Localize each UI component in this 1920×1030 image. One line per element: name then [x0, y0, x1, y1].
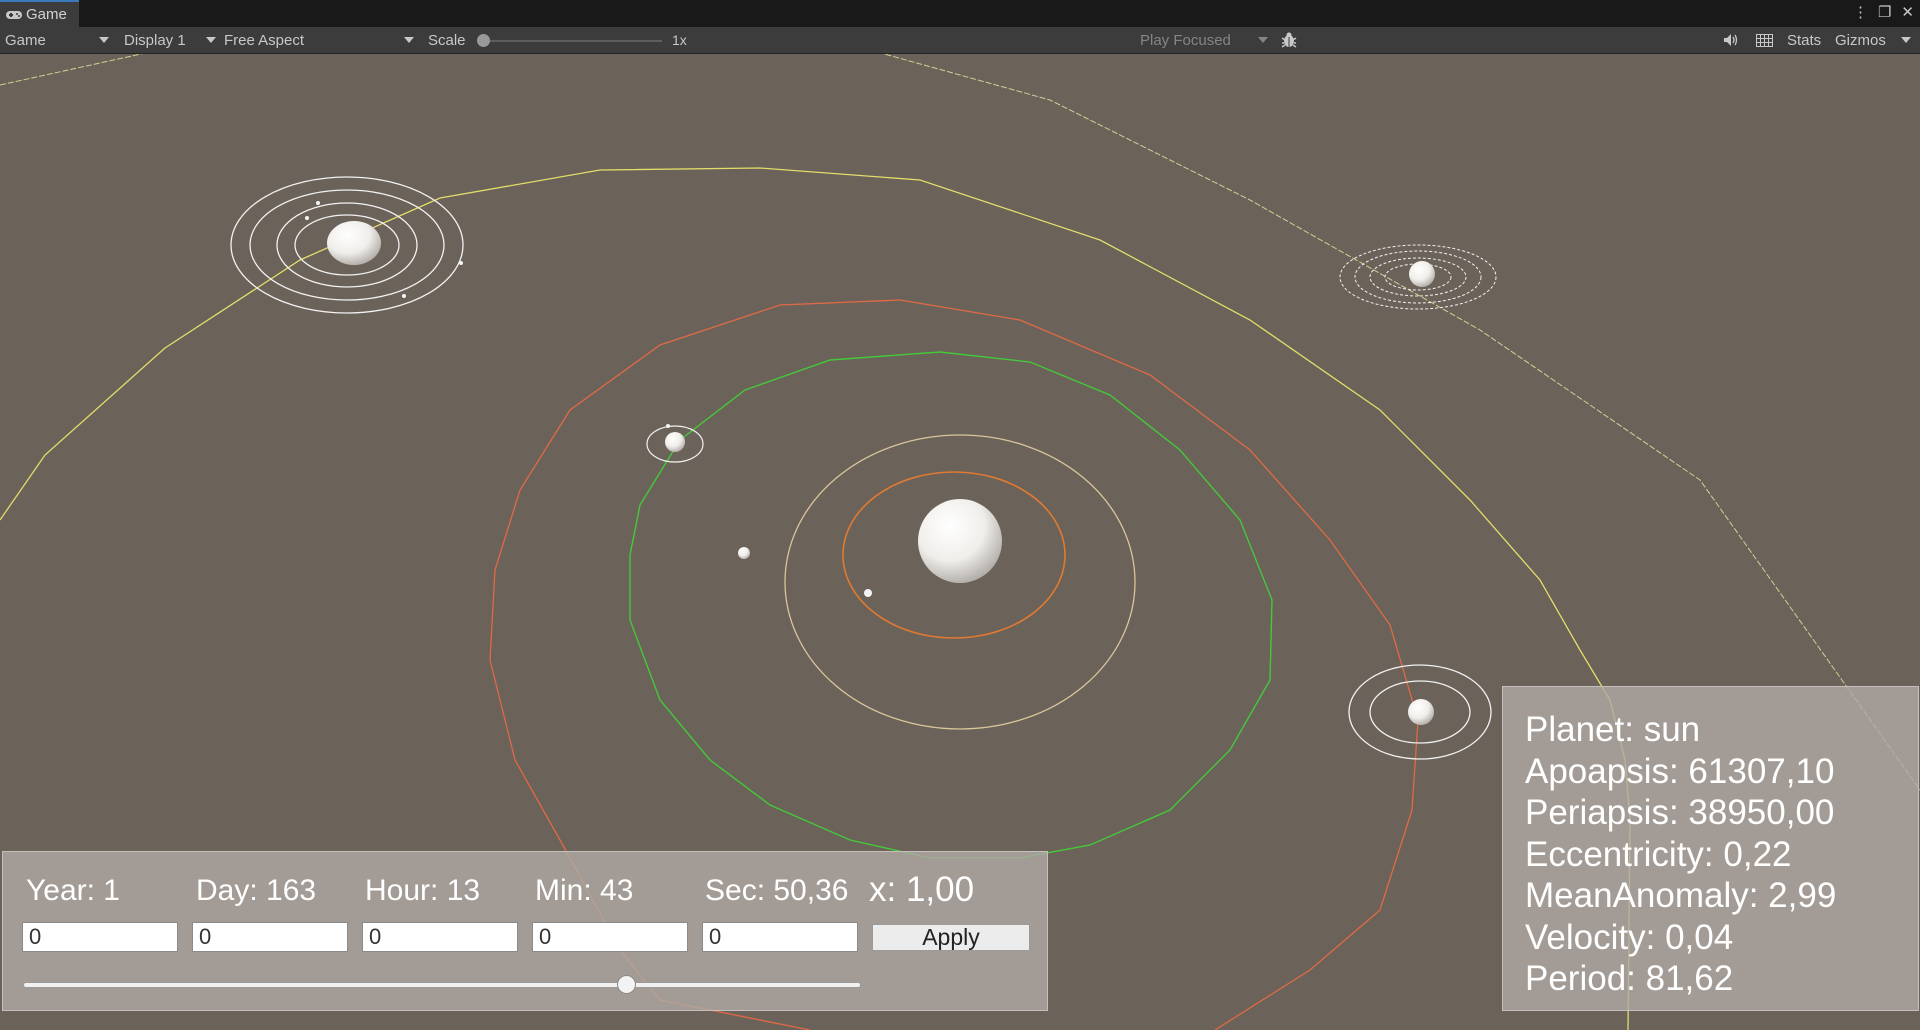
play-mode-dropdown[interactable]: Play Focused: [1140, 27, 1268, 53]
tab-label: Game: [26, 6, 67, 23]
eccentricity-value: Eccentricity: 0,22: [1525, 834, 1792, 874]
sec-label: Sec: 50,36: [705, 874, 849, 907]
more-options-icon[interactable]: ⋮: [1853, 3, 1868, 21]
time-multiplier-label: x: 1,00: [869, 870, 975, 909]
time-scale-slider-thumb[interactable]: [616, 975, 636, 994]
mean-anomaly-value: MeanAnomaly: 2,99: [1525, 876, 1837, 915]
game-toolbar: Game Display 1 Free Aspect Scale 1x Play…: [0, 27, 1920, 54]
apoapsis-value: Apoapsis: 61307,10: [1525, 751, 1835, 791]
apply-button[interactable]: Apply: [872, 924, 1030, 951]
planet-info-panel: Planet: sun Apoapsis: 61307,10 Periapsis…: [1502, 686, 1919, 1011]
aspect-label: Free Aspect: [224, 31, 305, 49]
min-input[interactable]: [532, 922, 688, 952]
gamepad-icon: [6, 10, 22, 19]
day-input[interactable]: [192, 922, 348, 952]
min-label: Min: 43: [535, 874, 634, 907]
gizmos-dropdown[interactable]: [1901, 27, 1911, 53]
planet-far-system[interactable]: [1339, 244, 1497, 310]
grid-icon[interactable]: [1756, 27, 1773, 53]
close-icon[interactable]: ✕: [1901, 3, 1914, 21]
hour-input[interactable]: [362, 922, 518, 952]
aspect-dropdown[interactable]: Free Aspect: [224, 27, 414, 53]
planet-green-system[interactable]: [646, 424, 704, 463]
planet-red-system[interactable]: [1348, 664, 1492, 760]
stats-button[interactable]: Stats: [1787, 27, 1821, 53]
sun[interactable]: [918, 499, 1002, 583]
time-scale-slider-track[interactable]: [23, 982, 861, 988]
year-input[interactable]: [22, 922, 178, 952]
maximize-icon[interactable]: ❐: [1878, 3, 1891, 21]
play-mode-label: Play Focused: [1140, 31, 1231, 49]
planet-tan[interactable]: [738, 547, 750, 559]
hour-label: Hour: 13: [365, 874, 481, 907]
period-value: Period: 81,62: [1525, 959, 1734, 998]
orbit-green: [629, 351, 1273, 859]
time-control-panel: Year: 1 Day: 163 Hour: 13 Min: 43 Sec: 5…: [2, 851, 1048, 1011]
planet-name: Planet: sun: [1525, 710, 1701, 749]
periapsis-value: Periapsis: 38950,00: [1525, 793, 1835, 832]
mode-dropdown[interactable]: Game: [5, 27, 109, 53]
scale-label: Scale: [428, 31, 466, 49]
speaker-icon[interactable]: [1723, 27, 1739, 53]
tab-game[interactable]: Game: [0, 0, 79, 27]
display-label: Display 1: [124, 31, 186, 49]
orbit-far-yellow: [0, 54, 1920, 791]
chevron-down-icon: [404, 37, 414, 43]
mode-label: Game: [5, 31, 46, 49]
gizmos-button[interactable]: Gizmos: [1835, 27, 1886, 53]
scale-slider-track[interactable]: [480, 40, 662, 42]
day-label: Day: 163: [196, 874, 317, 907]
window-tab-bar: Game ⋮ ❐ ✕: [0, 0, 1920, 27]
scale-value: 1x: [672, 32, 687, 48]
chevron-down-icon: [1258, 37, 1268, 43]
chevron-down-icon: [99, 37, 109, 43]
chevron-down-icon: [1901, 37, 1911, 43]
planet-yellow-system[interactable]: [230, 176, 464, 314]
chevron-down-icon: [206, 37, 216, 43]
year-label: Year: 1: [26, 874, 120, 907]
velocity-value: Velocity: 0,04: [1525, 917, 1734, 957]
bug-icon[interactable]: [1280, 27, 1298, 53]
display-dropdown[interactable]: Display 1: [124, 27, 216, 53]
planet-inner[interactable]: [864, 589, 872, 597]
scale-slider-thumb[interactable]: [477, 34, 490, 47]
sec-input[interactable]: [702, 922, 858, 952]
